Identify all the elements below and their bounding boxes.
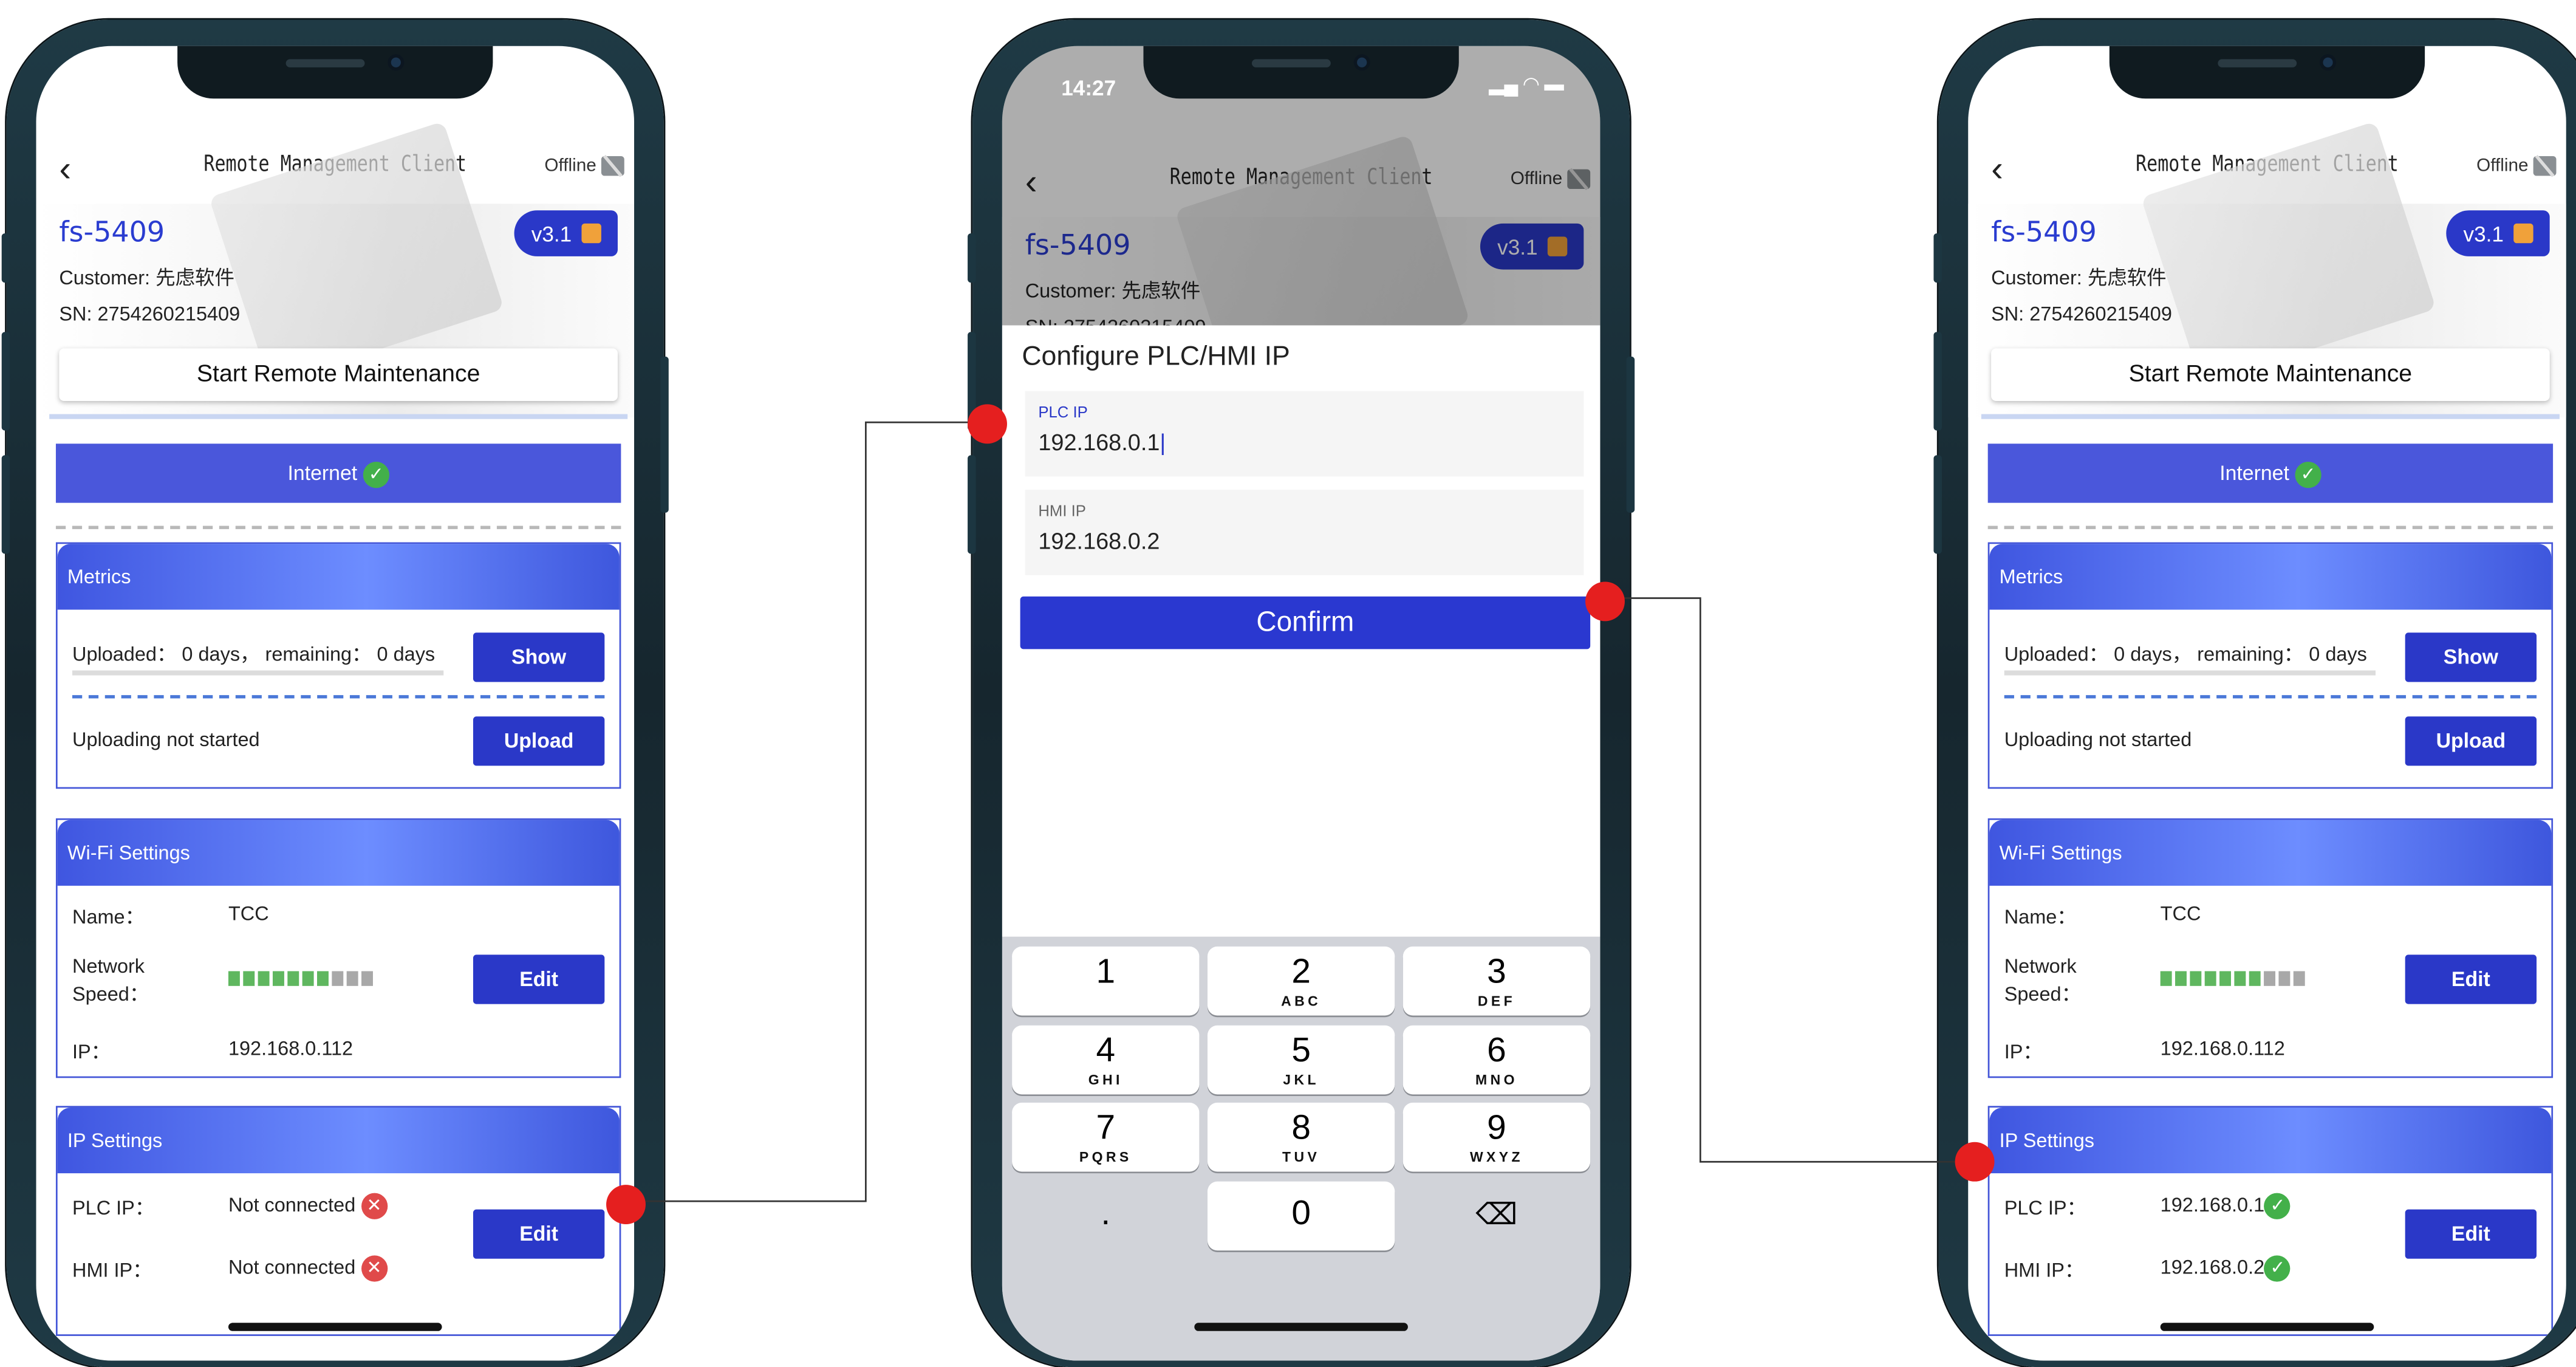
marker-ip-settings (1955, 1142, 1995, 1182)
marker-ip-edit (606, 1185, 646, 1225)
marker-confirm (1585, 581, 1625, 622)
flow-connectors (624, 421, 1975, 1202)
marker-plc-field (968, 404, 1007, 444)
connector-left (624, 421, 988, 1202)
connector-right (1605, 597, 1975, 1163)
